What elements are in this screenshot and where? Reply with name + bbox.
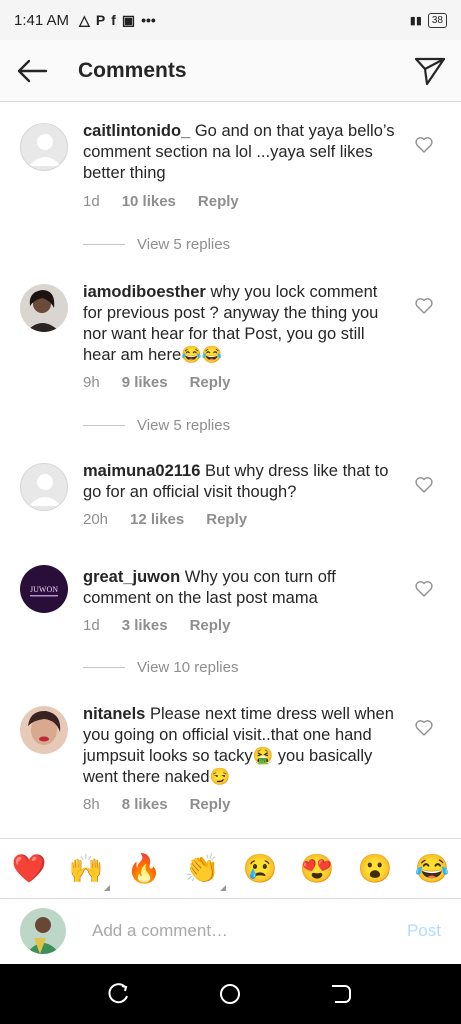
home-button[interactable]: [218, 982, 242, 1006]
comment-likes[interactable]: 3 likes: [122, 617, 168, 634]
status-right: ▮▮ 38: [409, 12, 447, 28]
heart-eyes-emoji-button[interactable]: 😍: [299, 851, 335, 887]
recents-icon: [108, 983, 128, 1004]
divider-line: [83, 667, 125, 668]
heart-icon: [415, 720, 433, 736]
comment-username[interactable]: great_juwon: [83, 568, 180, 586]
home-icon: [220, 984, 240, 1004]
comment-likes[interactable]: 12 likes: [130, 511, 184, 528]
reply-button[interactable]: Reply: [190, 617, 231, 634]
comment-time: 1d: [83, 617, 100, 634]
emoji-quick-bar: ❤️ 🙌 🔥 👏 😢 😍 😮 😂: [0, 838, 461, 898]
back-arrow-icon: [17, 59, 48, 82]
comment-username[interactable]: caitlintonido_: [83, 122, 190, 140]
default-avatar-icon: [29, 134, 61, 166]
page-title: Comments: [78, 58, 187, 82]
avatar[interactable]: [20, 463, 68, 511]
user-photo-icon: [20, 284, 68, 332]
status-time: 1:41 AM: [14, 11, 70, 29]
red-heart-emoji-button[interactable]: ❤️: [11, 851, 47, 887]
user-photo-icon: [20, 706, 68, 754]
reply-button[interactable]: Reply: [190, 374, 231, 391]
view-replies-button[interactable]: View 5 replies: [83, 236, 230, 253]
comment-meta: 1d 10 likes Reply: [83, 193, 239, 210]
post-button[interactable]: Post: [407, 921, 441, 941]
tears-of-joy-emoji-button[interactable]: 😂: [414, 851, 450, 887]
p-icon: P: [95, 12, 106, 28]
view-replies-button[interactable]: View 10 replies: [83, 659, 238, 676]
comment-time: 1d: [83, 193, 100, 210]
comment-text: maimuna02116 But why dress like that to …: [83, 461, 401, 503]
comments-list[interactable]: caitlintonido_ Go and on that yaya bello…: [0, 103, 461, 838]
like-button[interactable]: [414, 296, 434, 316]
comment-username[interactable]: nitanels: [83, 705, 145, 723]
user-photo-icon: [20, 908, 66, 954]
comment-likes[interactable]: 9 likes: [122, 374, 168, 391]
view-replies-label: View 10 replies: [137, 659, 239, 676]
share-button[interactable]: [413, 54, 447, 88]
more-dots-icon: •••: [141, 12, 156, 28]
user-logo-icon: JUWON: [20, 565, 68, 613]
recents-button[interactable]: [107, 982, 131, 1006]
comment-time: 9h: [83, 374, 100, 391]
comment-text: iamodiboesther why you lock comment for …: [83, 282, 401, 366]
back-nav-button[interactable]: [329, 982, 353, 1006]
reply-button[interactable]: Reply: [190, 796, 231, 813]
status-icons: △ P f ▣ •••: [79, 12, 156, 29]
raising-hands-emoji-button[interactable]: 🙌: [68, 851, 110, 891]
back-button[interactable]: [2, 40, 62, 102]
clapping-hands-emoji-button[interactable]: 👏: [184, 851, 226, 891]
like-button[interactable]: [414, 718, 434, 738]
comment-likes[interactable]: 8 likes: [122, 796, 168, 813]
facebook-icon: f: [111, 12, 116, 28]
battery-icon: 38: [427, 12, 447, 28]
comment-meta: 9h 9 likes Reply: [83, 374, 230, 391]
divider-line: [83, 425, 125, 426]
comment-input-bar: Post: [0, 898, 461, 964]
heart-icon: [415, 137, 433, 153]
back-nav-icon: [332, 985, 351, 1003]
comment-text: caitlintonido_ Go and on that yaya bello…: [83, 121, 401, 184]
heart-icon: [415, 298, 433, 314]
comment-username[interactable]: iamodiboesther: [83, 283, 206, 301]
like-button[interactable]: [414, 579, 434, 599]
comment-meta: 8h 8 likes Reply: [83, 796, 230, 813]
paper-plane-icon: [414, 57, 446, 86]
avatar[interactable]: [20, 706, 68, 754]
signal-icon: ▮▮: [409, 14, 422, 27]
comment-meta: 20h 12 likes Reply: [83, 511, 247, 528]
svg-text:JUWON: JUWON: [30, 585, 58, 594]
warning-icon: △: [79, 11, 90, 28]
current-user-avatar: [20, 908, 66, 954]
reply-button[interactable]: Reply: [206, 511, 247, 528]
view-replies-button[interactable]: View 5 replies: [83, 417, 230, 434]
header: Comments: [0, 40, 461, 102]
comment-likes[interactable]: 10 likes: [122, 193, 176, 210]
like-button[interactable]: [414, 475, 434, 495]
view-replies-label: View 5 replies: [137, 236, 231, 253]
system-nav-bar: [0, 964, 461, 1024]
avatar[interactable]: JUWON: [20, 565, 68, 613]
gallery-icon: ▣: [121, 11, 136, 28]
comment-input[interactable]: [92, 917, 382, 945]
surprised-face-emoji-button[interactable]: 😮: [357, 851, 393, 887]
comment-username[interactable]: maimuna02116: [83, 462, 200, 480]
view-replies-label: View 5 replies: [137, 417, 231, 434]
crying-face-emoji-button[interactable]: 😢: [242, 851, 278, 887]
comment-time: 8h: [83, 796, 100, 813]
comment-text: nitanels Please next time dress well whe…: [83, 704, 401, 788]
divider-line: [83, 244, 125, 245]
avatar[interactable]: [20, 123, 68, 171]
reply-button[interactable]: Reply: [198, 193, 239, 210]
heart-icon: [415, 581, 433, 597]
status-bar: 1:41 AM △ P f ▣ ••• ▮▮ 38: [0, 0, 461, 40]
comment-text: great_juwon Why you con turn off comment…: [83, 567, 401, 609]
comment-meta: 1d 3 likes Reply: [83, 617, 230, 634]
heart-icon: [415, 477, 433, 493]
like-button[interactable]: [414, 135, 434, 155]
avatar[interactable]: [20, 284, 68, 332]
fire-emoji-button[interactable]: 🔥: [126, 851, 162, 887]
default-avatar-icon: [29, 474, 61, 506]
comment-time: 20h: [83, 511, 109, 528]
